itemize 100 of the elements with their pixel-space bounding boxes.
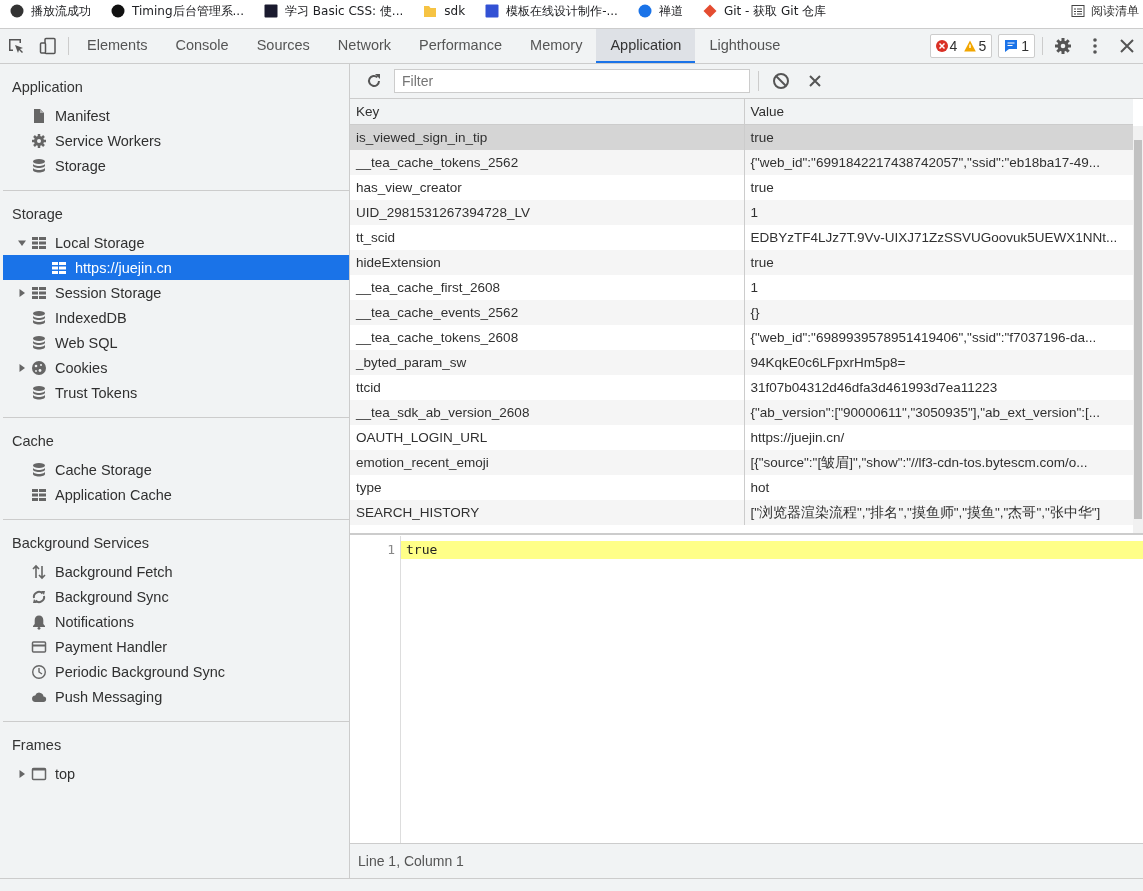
sidebar-item[interactable]: https://juejin.cn	[3, 255, 349, 280]
devtools-tab[interactable]: Memory	[516, 29, 597, 63]
key-cell: SEARCH_HISTORY	[350, 500, 744, 525]
reading-list-link[interactable]: 阅读清单	[1071, 2, 1139, 20]
sidebar-item[interactable]: Application Cache	[3, 482, 349, 507]
column-header[interactable]: Value	[744, 99, 1133, 125]
value-cell: true	[744, 250, 1133, 275]
table-row[interactable]: __tea_cache_events_2562 {}	[350, 300, 1133, 325]
database-icon	[31, 157, 47, 174]
message-icon	[1004, 39, 1019, 53]
line-number: 1	[386, 541, 396, 559]
sidebar-item[interactable]: Trust Tokens	[3, 380, 349, 405]
bookmark-link[interactable]: 禅道	[637, 2, 683, 20]
table-row[interactable]: hideExtension true	[350, 250, 1133, 275]
collapsed-triangle-icon[interactable]	[17, 287, 27, 298]
warning-icon	[964, 40, 977, 52]
value-cell: {"ab_version":["90000611","3050935"],"ab_ext_version":[...	[744, 400, 1133, 425]
issues-counter[interactable]: 4 5	[929, 34, 993, 58]
sidebar-item[interactable]: Background Sync	[3, 584, 349, 609]
key-cell: emotion_recent_emoji	[350, 450, 744, 475]
grid-icon	[31, 234, 47, 251]
table-row[interactable]: __tea_sdk_ab_version_2608 {"ab_version":["90000611","3050935"],"ab_ext_version":[...	[350, 400, 1133, 425]
devtools-tab[interactable]: Lighthouse	[695, 29, 795, 63]
sidebar-item[interactable]: Payment Handler	[3, 634, 349, 659]
database-icon	[31, 334, 47, 351]
sidebar-item[interactable]: Manifest	[3, 103, 349, 128]
error-count: 4	[949, 38, 958, 54]
devtools-tab[interactable]: Elements	[73, 29, 162, 63]
cursor-position: Line 1, Column 1	[358, 853, 464, 869]
devtools-tab[interactable]: Console	[161, 29, 243, 63]
messages-counter[interactable]: 1	[998, 34, 1035, 58]
sidebar-item[interactable]: Service Workers	[3, 128, 349, 153]
bookmark-link[interactable]: 模板在线设计制作-...	[485, 2, 618, 20]
sidebar-item[interactable]: Session Storage	[3, 280, 349, 305]
frame-icon	[31, 765, 47, 782]
bookmark-link[interactable]: sdk	[423, 4, 466, 18]
sidebar-item[interactable]: Web SQL	[3, 330, 349, 355]
bookmark-link[interactable]: 播放流成功	[10, 2, 91, 20]
bookmark-link[interactable]: Git - 获取 Git 仓库	[702, 2, 827, 20]
key-cell: is_viewed_sign_in_tip	[350, 124, 744, 150]
refresh-icon	[366, 73, 382, 89]
column-header[interactable]: Key	[350, 99, 744, 125]
gear-icon	[31, 132, 47, 149]
key-cell: OAUTH_LOGIN_URL	[350, 425, 744, 450]
cookie-icon	[31, 359, 47, 376]
grid-icon	[31, 284, 47, 301]
database-icon	[31, 309, 47, 326]
table-row[interactable]: emotion_recent_emoji [{"source":"[皱眉]","show":"//lf3-cdn-tos.bytescm.com/o...	[350, 450, 1133, 475]
sidebar-item[interactable]: Local Storage	[3, 230, 349, 255]
key-cell: hideExtension	[350, 250, 744, 275]
list-icon	[1071, 4, 1085, 18]
sidebar-item[interactable]: Cookies	[3, 355, 349, 380]
database-icon	[31, 461, 47, 478]
key-cell: type	[350, 475, 744, 500]
folder-icon	[423, 4, 438, 18]
value-cell: ["浏览器渲染流程","排名","摸鱼师","摸鱼","杰哥","张中华"]	[744, 500, 1133, 525]
table-row[interactable]: SEARCH_HISTORY ["浏览器渲染流程","排名","摸鱼师","摸鱼","杰哥","张中华"]	[350, 500, 1133, 525]
bookmark-link[interactable]: 学习 Basic CSS: 使...	[264, 2, 404, 20]
sidebar-item[interactable]: IndexedDB	[3, 305, 349, 330]
sidebar-item[interactable]: Periodic Background Sync	[3, 659, 349, 684]
sidebar-item[interactable]: Background Fetch	[3, 559, 349, 584]
key-cell: __tea_cache_first_2608	[350, 275, 744, 300]
devtools-tab[interactable]: Sources	[242, 29, 324, 63]
diamond-icon	[702, 4, 717, 18]
key-cell: ttcid	[350, 375, 744, 400]
sidebar-item[interactable]: Push Messaging	[3, 684, 349, 709]
key-cell: __tea_sdk_ab_version_2608	[350, 400, 744, 425]
sidebar-item[interactable]: Cache Storage	[3, 457, 349, 482]
close-icon	[809, 75, 821, 87]
message-count: 1	[1021, 38, 1029, 54]
sidebar-item[interactable]: Storage	[3, 153, 349, 178]
scrollbar[interactable]	[1133, 126, 1143, 533]
section-title: Background Services	[11, 534, 150, 553]
circle-icon	[637, 4, 652, 18]
section-title: Application	[11, 78, 84, 97]
key-cell: tt_scid	[350, 225, 744, 250]
table-row[interactable]: is_viewed_sign_in_tip true	[350, 124, 1133, 150]
card-icon	[31, 638, 47, 655]
table-row[interactable]: UID_2981531267394728_LV 1	[350, 200, 1133, 225]
sidebar-item[interactable]: top	[3, 761, 349, 786]
bookmark-link[interactable]: Timing后台管理系...	[111, 2, 244, 20]
collapsed-triangle-icon[interactable]	[17, 362, 27, 373]
inspect-icon	[7, 37, 25, 55]
key-cell: __tea_cache_tokens_2608	[350, 325, 744, 350]
value-cell: 94KqkE0c6LFpxrHm5p8=	[744, 350, 1133, 375]
bell-icon	[31, 613, 47, 630]
filter-input[interactable]: Filter	[394, 69, 750, 93]
key-cell: _byted_param_sw	[350, 350, 744, 375]
collapsed-triangle-icon[interactable]	[17, 768, 27, 779]
square-icon	[485, 4, 500, 18]
sidebar-item[interactable]: Notifications	[3, 609, 349, 634]
devtools-tab[interactable]: Performance	[405, 29, 517, 63]
table-row[interactable]: __tea_cache_tokens_2562 {"web_id":"6991842217438742057","ssid":"eb18ba17-49...	[350, 150, 1133, 175]
devtools-tab[interactable]: Network	[323, 29, 406, 63]
value-cell: {}	[744, 300, 1133, 325]
clock-icon	[31, 663, 47, 680]
database-icon	[31, 384, 47, 401]
devtools-tab[interactable]: Application	[596, 29, 696, 63]
circle-icon	[10, 4, 24, 18]
table-row[interactable]: _byted_param_sw 94KqkE0c6LFpxrHm5p8=	[350, 350, 1133, 375]
